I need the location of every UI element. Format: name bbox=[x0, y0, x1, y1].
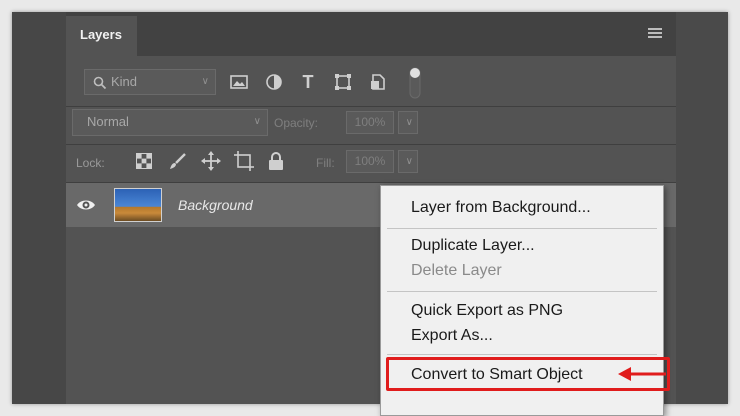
filter-toggle-icon[interactable] bbox=[408, 66, 422, 100]
menu-divider bbox=[387, 354, 657, 355]
opacity-dropdown-button[interactable]: ∨ bbox=[398, 111, 418, 134]
menu-item-quick-export-png[interactable]: Quick Export as PNG bbox=[411, 301, 563, 321]
kind-filter-label: Kind bbox=[111, 74, 138, 89]
annotation-arrow-icon bbox=[618, 367, 666, 381]
eye-icon[interactable] bbox=[76, 197, 96, 213]
opacity-label: Opacity: bbox=[274, 116, 319, 130]
chevron-down-icon: ∨ bbox=[405, 117, 413, 128]
kind-filter-select[interactable]: Kind ∨ bbox=[84, 69, 216, 95]
fill-dropdown-button[interactable]: ∨ bbox=[398, 150, 418, 173]
left-workspace-strip bbox=[12, 12, 66, 404]
chevron-down-icon: ∨ bbox=[253, 116, 261, 127]
lock-image-pixels-icon[interactable] bbox=[169, 152, 187, 170]
type-layer-filter-icon[interactable]: T bbox=[299, 72, 317, 92]
adjustment-layer-filter-icon[interactable] bbox=[265, 73, 283, 91]
hamburger-icon[interactable] bbox=[648, 28, 662, 40]
menu-item-export-as[interactable]: Export As... bbox=[411, 326, 493, 346]
right-workspace-strip bbox=[676, 12, 728, 404]
blend-mode-value: Normal bbox=[87, 114, 129, 129]
lock-artboard-icon[interactable] bbox=[234, 151, 254, 171]
divider bbox=[66, 106, 676, 107]
tab-layers[interactable]: Layers bbox=[66, 16, 137, 56]
opacity-field[interactable]: 100% bbox=[346, 111, 394, 134]
chevron-down-icon: ∨ bbox=[405, 156, 413, 167]
fill-value: 100% bbox=[354, 154, 386, 168]
menu-divider bbox=[387, 291, 657, 292]
panel-tab-bar: Layers bbox=[66, 12, 676, 56]
smart-object-filter-icon[interactable] bbox=[369, 73, 387, 91]
pixel-layer-filter-icon[interactable] bbox=[230, 74, 248, 90]
lock-all-icon[interactable] bbox=[268, 152, 284, 170]
fill-field[interactable]: 100% bbox=[346, 150, 394, 173]
menu-item-duplicate-layer[interactable]: Duplicate Layer... bbox=[411, 236, 535, 256]
lock-transparent-pixels-icon[interactable] bbox=[136, 153, 152, 169]
fill-label: Fill: bbox=[316, 156, 335, 170]
chevron-down-icon: ∨ bbox=[201, 76, 209, 87]
menu-item-delete-layer: Delete Layer bbox=[411, 262, 502, 279]
opacity-value: 100% bbox=[354, 115, 386, 129]
layer-thumbnail bbox=[114, 188, 162, 222]
blend-mode-select[interactable]: Normal ∨ bbox=[72, 109, 268, 136]
menu-item-layer-from-background[interactable]: Layer from Background... bbox=[411, 198, 591, 218]
shape-layer-filter-icon[interactable] bbox=[334, 73, 352, 91]
divider bbox=[66, 144, 676, 145]
menu-divider bbox=[387, 228, 657, 229]
lock-label: Lock: bbox=[76, 156, 105, 170]
search-icon bbox=[93, 76, 107, 90]
layer-name: Background bbox=[178, 197, 253, 213]
lock-position-icon[interactable] bbox=[201, 151, 221, 171]
